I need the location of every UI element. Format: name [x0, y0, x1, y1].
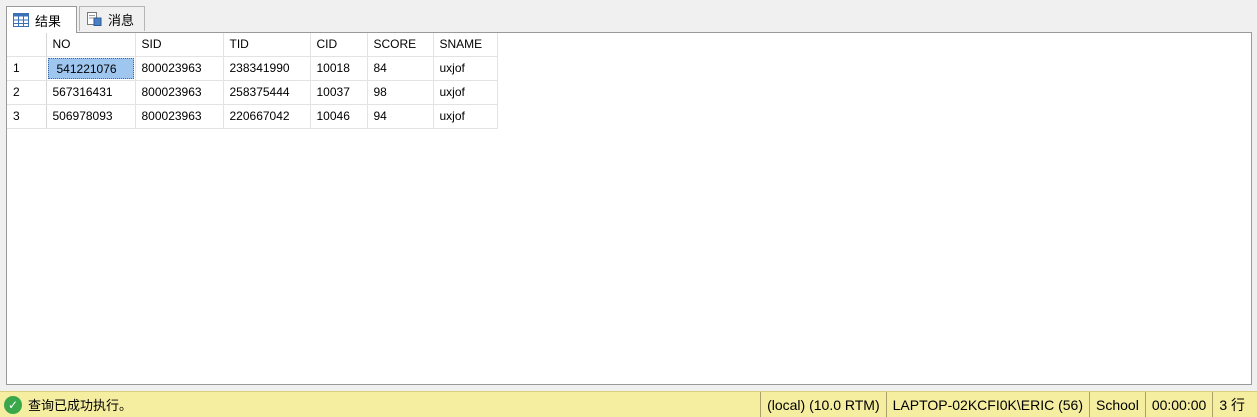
table-cell[interactable]: 506978093	[46, 104, 136, 129]
status-database: School	[1089, 391, 1145, 417]
table-cell[interactable]: 94	[367, 104, 434, 129]
table-cell[interactable]: 10046	[310, 104, 368, 129]
messages-icon	[87, 12, 102, 26]
table-row[interactable]: 1 541221076 800023963 238341990 10018 84…	[7, 56, 498, 81]
status-user: LAPTOP-02KCFI0K\ERIC (56)	[885, 391, 1089, 417]
row-number[interactable]: 2	[7, 80, 47, 105]
column-header-sid[interactable]: SID	[135, 33, 224, 57]
results-tabbar: 结果 消息	[0, 0, 1257, 33]
table-cell[interactable]: 10018	[310, 56, 368, 81]
table-cell[interactable]: uxjof	[433, 56, 498, 81]
grid-icon	[13, 13, 29, 27]
results-table: NO SID TID CID SCORE SNAME 1 541221076 8…	[7, 33, 498, 129]
tab-messages[interactable]: 消息	[79, 6, 145, 31]
row-number[interactable]: 1	[7, 56, 47, 81]
tab-results[interactable]: 结果	[6, 6, 77, 33]
table-cell-selected[interactable]: 541221076	[46, 56, 136, 81]
table-row[interactable]: 3 506978093 800023963 220667042 10046 94…	[7, 104, 498, 129]
table-cell[interactable]: 238341990	[223, 56, 311, 81]
table-cell[interactable]: 84	[367, 56, 434, 81]
success-check-icon: ✓	[4, 395, 22, 414]
status-server: (local) (10.0 RTM)	[760, 391, 886, 417]
table-row[interactable]: 2 567316431 800023963 258375444 10037 98…	[7, 80, 498, 105]
table-cell[interactable]: uxjof	[433, 80, 498, 105]
tab-results-label: 结果	[35, 14, 62, 30]
table-cell[interactable]: 258375444	[223, 80, 311, 105]
header-row: NO SID TID CID SCORE SNAME	[7, 33, 498, 57]
status-message-text: 查询已成功执行。	[28, 399, 133, 414]
column-header-cid[interactable]: CID	[310, 33, 368, 57]
column-header-sname[interactable]: SNAME	[433, 33, 498, 57]
column-header-score[interactable]: SCORE	[367, 33, 434, 57]
tab-messages-label: 消息	[108, 13, 135, 29]
row-number-header[interactable]	[7, 33, 47, 57]
table-cell[interactable]: 567316431	[46, 80, 136, 105]
column-header-tid[interactable]: TID	[223, 33, 311, 57]
status-bar: ✓ 查询已成功执行。 (local) (10.0 RTM) LAPTOP-02K…	[0, 391, 1257, 417]
table-cell[interactable]: 800023963	[135, 56, 224, 81]
table-cell[interactable]: uxjof	[433, 104, 498, 129]
results-grid[interactable]: NO SID TID CID SCORE SNAME 1 541221076 8…	[6, 32, 1252, 385]
status-rowcount: 3 行	[1212, 391, 1257, 417]
cell-value: 541221076	[47, 57, 134, 79]
status-elapsed: 00:00:00	[1144, 391, 1213, 417]
status-message: ✓ 查询已成功执行。	[0, 395, 760, 414]
table-cell[interactable]: 98	[367, 80, 434, 105]
table-cell[interactable]: 800023963	[135, 80, 224, 105]
table-cell[interactable]: 10037	[310, 80, 368, 105]
table-cell[interactable]: 800023963	[135, 104, 224, 129]
table-cell[interactable]: 220667042	[223, 104, 311, 129]
row-number[interactable]: 3	[7, 104, 47, 129]
column-header-no[interactable]: NO	[46, 33, 136, 57]
